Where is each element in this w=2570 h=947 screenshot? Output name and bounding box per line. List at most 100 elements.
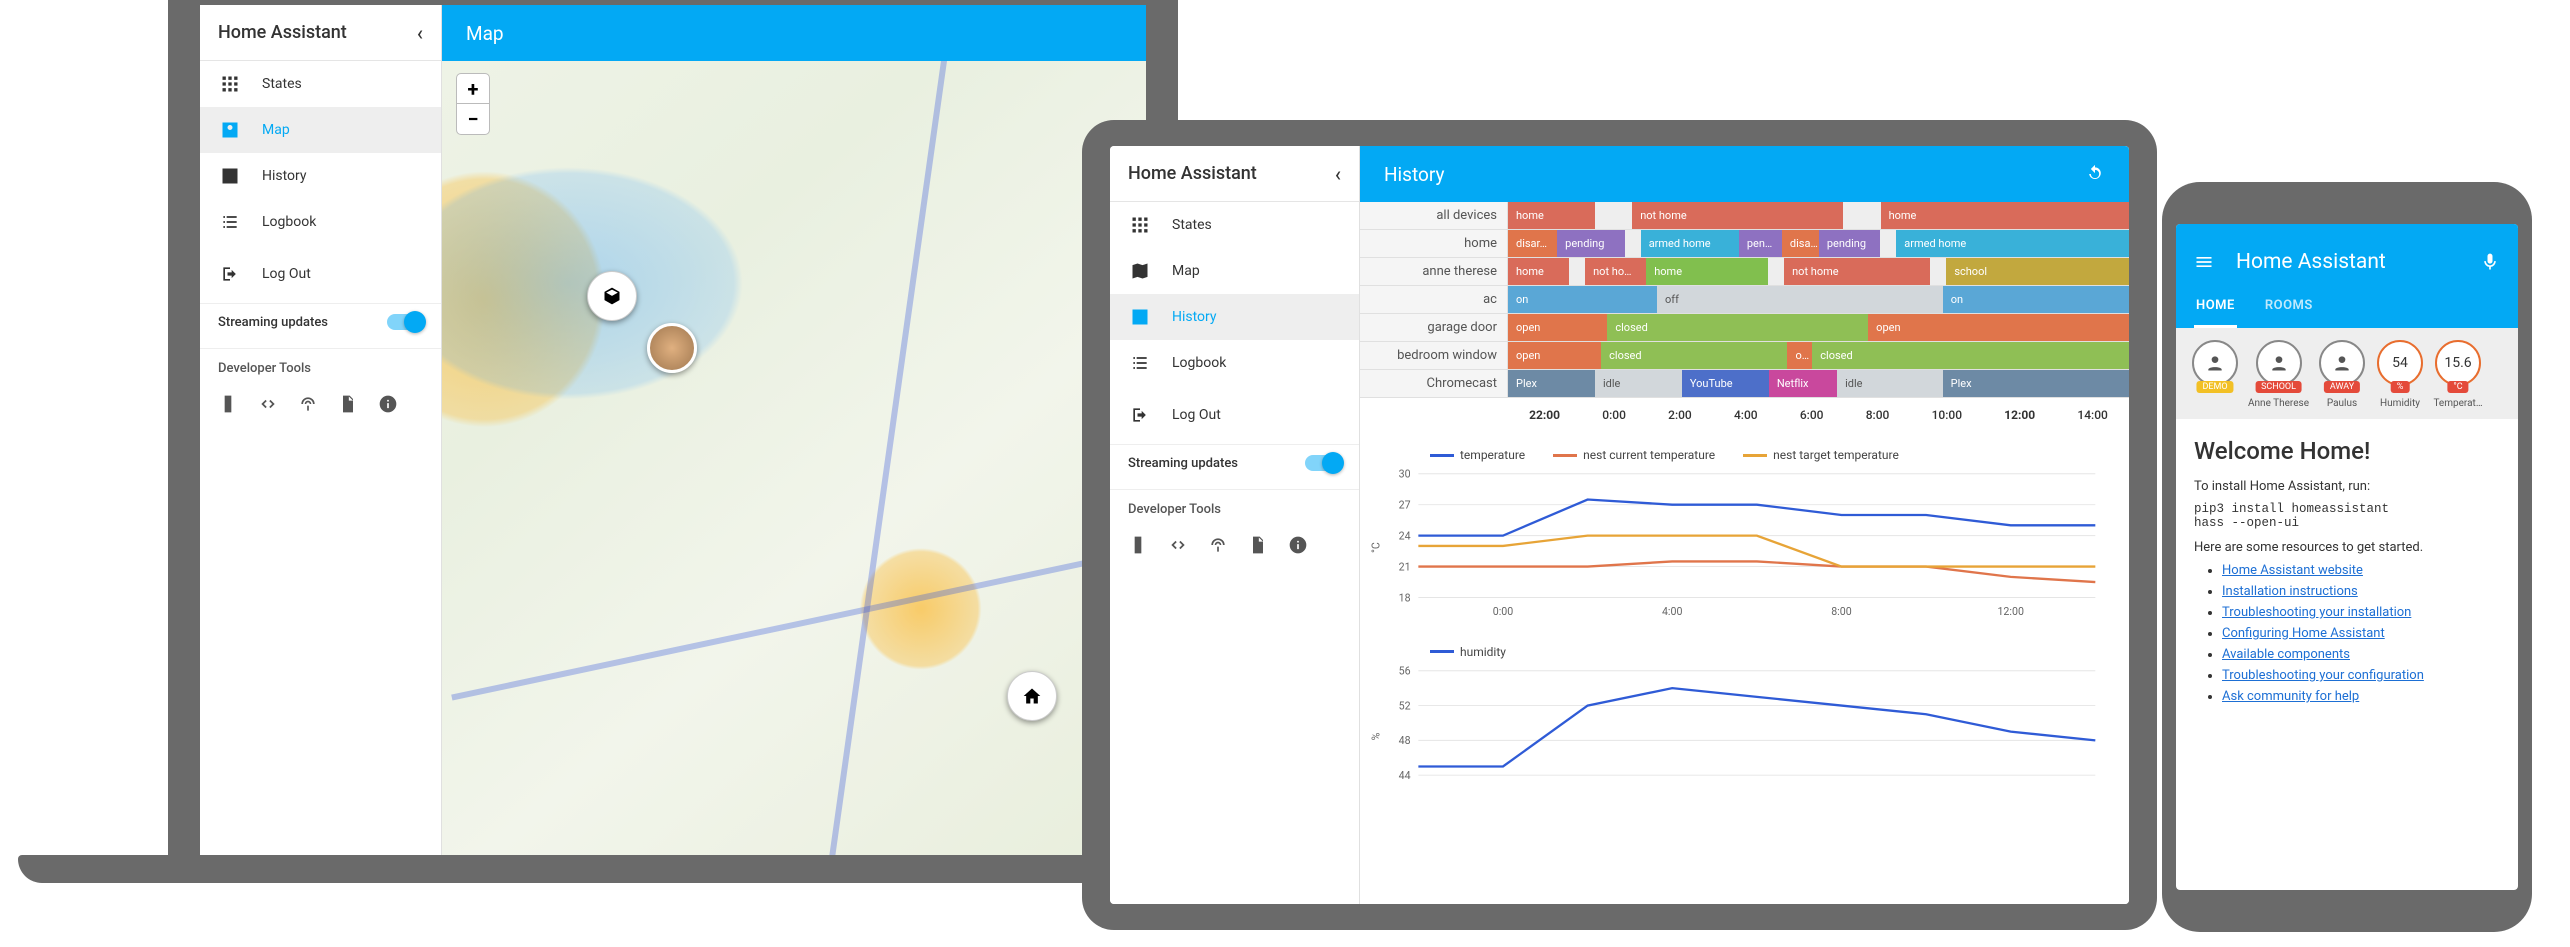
install-code: pip3 install homeassistant hass --open-u… [2194,502,2500,530]
timeline-segment[interactable]: disa… [1782,230,1819,257]
broadcast-icon[interactable] [1208,535,1228,555]
timeline-segment[interactable]: armed home [1896,230,2129,257]
resource-link[interactable]: Home Assistant website [2222,563,2363,578]
status-badge[interactable]: 15.6°CTemperat… [2433,340,2483,409]
timeline-segment[interactable]: Netflix [1769,370,1837,397]
map-canvas[interactable]: + − [442,61,1146,855]
streaming-switch[interactable] [387,314,423,330]
sidebar: Home Assistant ‹ States Map History [200,5,442,855]
remote-icon[interactable] [1128,535,1148,555]
status-badge[interactable]: SCHOOLAnne Therese [2248,340,2309,409]
sidebar-item-map[interactable]: Map [200,107,441,153]
resource-link[interactable]: Configuring Home Assistant [2222,626,2385,641]
tab-rooms[interactable]: ROOMS [2263,288,2315,328]
timeline-segment[interactable]: on [1508,286,1657,313]
timeline-segment[interactable]: pen… [1739,230,1782,257]
timeline-segment[interactable]: home [1508,202,1595,229]
file-icon[interactable] [1248,535,1268,555]
apps-icon [1130,215,1150,235]
menu-icon[interactable] [2194,252,2214,272]
sidebar-item-map[interactable]: Map [1110,248,1359,294]
timeline-segment[interactable] [1625,230,1641,257]
timeline-segment[interactable]: not home [1632,202,1843,229]
sidebar-item-logbook[interactable]: Logbook [1110,340,1359,386]
mic-icon[interactable] [2480,252,2500,272]
timeline-segment[interactable]: home [1508,258,1569,285]
timeline-segment[interactable]: idle [1837,370,1943,397]
sidebar-item-history[interactable]: History [200,153,441,199]
timeline-segment[interactable] [1569,258,1585,285]
timeline-segment[interactable]: open [1868,314,2129,341]
card-body[interactable]: Welcome Home! To install Home Assistant,… [2176,419,2518,890]
resource-link[interactable]: Ask community for help [2222,689,2359,704]
timeline-segment[interactable] [1595,202,1632,229]
timeline-segment[interactable]: pending [1557,230,1625,257]
timeline-segment[interactable]: not ho… [1585,258,1646,285]
timeline-segment[interactable]: disar… [1508,230,1557,257]
timeline-segment[interactable]: home [1881,202,2129,229]
sidebar-item-logout[interactable]: Log Out [1110,392,1359,438]
timeline-segment[interactable]: school [1946,258,2129,285]
timeline-segment[interactable]: Plex [1508,370,1595,397]
info-icon[interactable] [1288,535,1308,555]
timeline-segment[interactable]: on [1943,286,2129,313]
tab-home[interactable]: HOME [2194,288,2237,328]
svg-text:27: 27 [1399,499,1411,512]
timeline-segment[interactable]: idle [1595,370,1682,397]
sidebar-item-logbook[interactable]: Logbook [200,199,441,245]
timeline-segment[interactable]: not home [1784,258,1930,285]
status-badge[interactable]: AWAYPaulus [2317,340,2367,409]
status-badge[interactable]: DEMO [2190,340,2240,409]
sidebar-collapse-icon[interactable]: ‹ [417,21,423,45]
history-body[interactable]: all deviceshomenot homehomehomedisar…pen… [1360,202,2129,904]
zoom-in-button[interactable]: + [457,74,489,104]
resource-link[interactable]: Available components [2222,647,2350,662]
sidebar-item-logout[interactable]: Log Out [200,251,441,297]
resource-link[interactable]: Troubleshooting your installation [2222,605,2411,620]
sidebar-item-history[interactable]: History [1110,294,1359,340]
timeline-segment[interactable]: closed [1601,342,1787,369]
timeline-segment[interactable] [1768,258,1784,285]
timeline-segment[interactable] [1843,202,1880,229]
streaming-switch[interactable] [1305,455,1341,471]
sidebar-item-label: Logbook [1172,355,1226,371]
map-icon [1130,261,1150,281]
code-icon[interactable] [1168,535,1188,555]
sidebar-collapse-icon[interactable]: ‹ [1335,162,1341,186]
resource-link[interactable]: Troubleshooting your configuration [2222,668,2424,683]
humidity-chart: humidity 44 48 52 56 % [1360,637,2129,814]
timeline-segment[interactable]: open [1508,342,1601,369]
file-icon[interactable] [338,394,358,414]
broadcast-icon[interactable] [298,394,318,414]
sidebar-item-states[interactable]: States [1110,202,1359,248]
timeline-segment[interactable]: pending [1819,230,1880,257]
sidebar-item-states[interactable]: States [200,61,441,107]
timeline-segment[interactable]: open [1508,314,1607,341]
status-badge[interactable]: 54%Humidity [2375,340,2425,409]
home-icon [1022,686,1042,706]
resource-link[interactable]: Installation instructions [2222,584,2358,599]
zone-marker-work[interactable] [587,271,637,321]
zone-marker-home[interactable] [1007,671,1057,721]
timeline-segment[interactable]: o… [1787,342,1812,369]
tablet-device: Home Assistant ‹ States Map History Logb… [1082,120,2157,930]
timeline-segment[interactable]: off [1657,286,1943,313]
timeline-segment[interactable]: closed [1607,314,1868,341]
timeline-segment[interactable]: armed home [1641,230,1739,257]
person-marker[interactable] [647,323,697,373]
timeline-segment[interactable]: home [1646,258,1768,285]
zoom-out-button[interactable]: − [457,104,489,134]
timeline-segment[interactable]: YouTube [1682,370,1769,397]
chart-icon [220,166,240,186]
remote-icon[interactable] [218,394,238,414]
code-icon[interactable] [258,394,278,414]
timeline-segment[interactable]: Plex [1943,370,2129,397]
refresh-icon[interactable] [2085,164,2105,184]
timeline-segment[interactable]: closed [1812,342,2129,369]
streaming-label: Streaming updates [218,315,328,330]
timeline-row-label: garage door [1360,314,1508,341]
svg-text:56: 56 [1399,664,1411,677]
timeline-segment[interactable] [1930,258,1946,285]
timeline-segment[interactable] [1880,230,1896,257]
info-icon[interactable] [378,394,398,414]
